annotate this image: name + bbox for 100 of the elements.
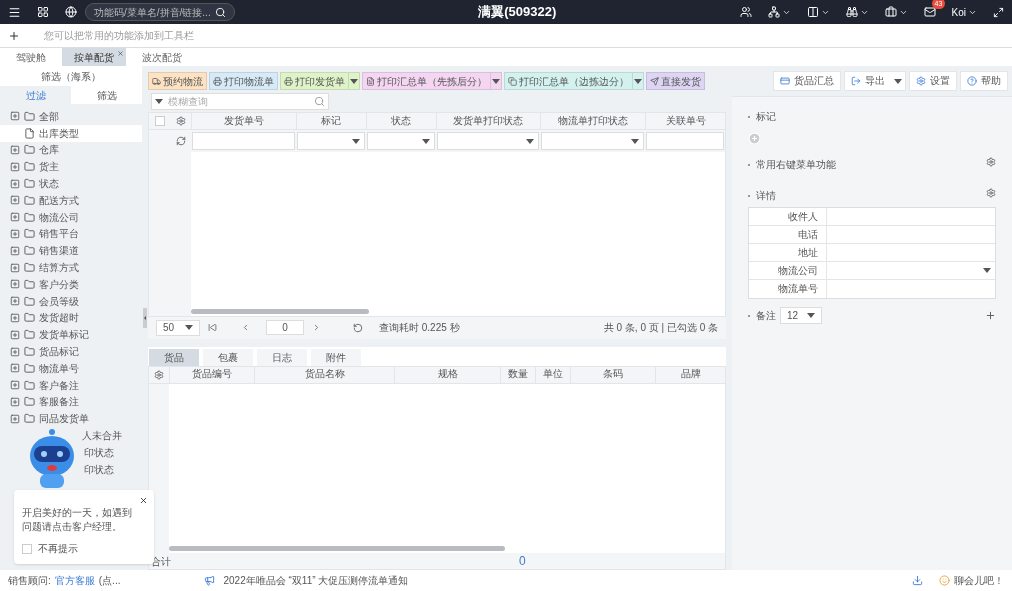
expand-icon[interactable] (10, 312, 20, 323)
detail-tab[interactable]: 日志 (257, 348, 307, 366)
detail-tab[interactable]: 货品 (149, 348, 199, 366)
column-header[interactable]: 数量 (500, 366, 535, 383)
tree-item[interactable]: 结算方式 (0, 259, 142, 276)
filter-field[interactable] (646, 132, 724, 150)
action-button[interactable]: 直接发货 (646, 72, 705, 90)
add-icon[interactable] (8, 29, 20, 42)
checkbox[interactable] (22, 544, 32, 555)
expand-icon[interactable] (10, 329, 20, 340)
menu-icon[interactable] (8, 5, 21, 19)
tree-item[interactable]: 配送方式 (0, 192, 142, 209)
tree-item[interactable]: 销售渠道 (0, 242, 142, 260)
remark-select[interactable]: 12 (780, 307, 822, 324)
filter-field[interactable] (191, 132, 295, 150)
expand-icon[interactable] (10, 413, 20, 424)
column-header[interactable]: 品牌 (655, 366, 725, 383)
sidebar-tab[interactable]: 过滤 (0, 86, 71, 104)
first-page-icon[interactable] (208, 323, 217, 332)
search-input[interactable]: 功能码/菜单名/拼音/链接... (94, 4, 215, 20)
expand-icon[interactable] (10, 296, 20, 307)
tree-item[interactable]: 客户分类 (0, 275, 142, 293)
tree-item[interactable]: 发货超时 (0, 309, 142, 327)
globe-icon[interactable] (65, 6, 77, 18)
checkbox[interactable] (155, 116, 165, 126)
briefcase-icon[interactable] (884, 6, 897, 18)
action-button[interactable]: 打印物流单 (209, 72, 278, 90)
add-icon[interactable] (985, 310, 996, 321)
column-header[interactable]: 条码 (570, 366, 655, 383)
tree-item[interactable]: 物流单号 (0, 359, 142, 377)
advisor-link[interactable]: 官方客服 (54, 573, 95, 588)
tree-item[interactable]: 货主 (0, 158, 142, 176)
action-button[interactable]: 打印汇总单（边拣边分） (504, 72, 633, 90)
previous-page-icon[interactable] (241, 323, 250, 332)
columns-icon[interactable] (806, 6, 819, 18)
column-header[interactable]: 发货单号 (190, 113, 296, 129)
tool-button[interactable]: 设置 (910, 72, 956, 90)
dropdown-button[interactable] (491, 72, 502, 90)
expand-icon[interactable] (10, 262, 20, 273)
tree-item[interactable]: 仓库 (0, 141, 142, 159)
expand-icon[interactable] (10, 178, 20, 189)
expand-icon[interactable] (10, 111, 20, 122)
tree-item[interactable]: 销售平台 (0, 225, 142, 243)
expand-icon[interactable] (10, 363, 20, 374)
tree-item[interactable]: 同品发货单 (0, 410, 142, 428)
scrollbar[interactable] (169, 546, 505, 551)
tool-button[interactable]: 货品汇总 (774, 72, 840, 90)
expand-icon[interactable] (10, 396, 20, 407)
settings-icon[interactable] (175, 116, 186, 126)
action-button[interactable]: 预约物流 (148, 72, 207, 90)
expand-icon[interactable] (10, 279, 20, 290)
column-header[interactable]: 关联单号 (645, 113, 725, 129)
tree-item[interactable]: 会员等级 (0, 292, 142, 310)
tree-item[interactable]: 客户备注 (0, 376, 142, 394)
users-icon[interactable] (739, 6, 752, 18)
detail-tab[interactable]: 附件 (311, 348, 361, 366)
reload-icon[interactable] (353, 322, 363, 333)
expand-icon[interactable] (10, 346, 20, 357)
column-header[interactable]: 状态 (365, 113, 436, 129)
action-button[interactable]: 打印汇总单（先拣后分） (362, 72, 491, 90)
query-field[interactable]: 模糊查询 (151, 93, 329, 110)
chat-icon[interactable] (939, 575, 950, 586)
network-icon[interactable] (767, 6, 780, 18)
chat-link[interactable]: 聊会儿吧！ (954, 573, 1004, 588)
mail-icon[interactable] (923, 6, 936, 18)
page-size-select[interactable]: 50 (156, 319, 200, 336)
settings-icon[interactable] (154, 369, 164, 380)
tree-item[interactable]: 状态 (0, 175, 142, 192)
settings-icon[interactable] (986, 188, 996, 198)
scrollbar[interactable] (191, 308, 369, 314)
close-icon[interactable] (139, 496, 148, 505)
tree-item[interactable]: 出库类型 (0, 124, 142, 142)
collapse-handle-icon[interactable] (143, 308, 147, 328)
expand-icon[interactable] (10, 145, 20, 155)
column-header[interactable]: 标记 (295, 113, 366, 129)
tree-item[interactable]: 印状态 (84, 461, 114, 477)
expand-icon[interactable] (10, 228, 20, 239)
tool-button[interactable]: 帮助 (961, 72, 1007, 90)
notice-text[interactable]: 2022年唯品会 “双11” 大促压测停流单通知 (223, 573, 409, 588)
tree-item[interactable]: 全部 (0, 108, 142, 125)
download-icon[interactable] (912, 575, 923, 586)
tree-item[interactable]: 发货单标记 (0, 326, 142, 344)
add-tag-icon[interactable] (748, 132, 761, 145)
binoculars-icon[interactable] (845, 6, 858, 18)
column-header[interactable]: 物流单打印状态 (540, 113, 646, 129)
grid-icon[interactable] (37, 6, 49, 18)
tool-button[interactable]: 导出 (845, 72, 891, 90)
column-header[interactable]: 货品名称 (254, 366, 394, 383)
column-header[interactable]: 规格 (394, 366, 500, 383)
dropdown-button[interactable] (349, 72, 360, 90)
action-button[interactable]: 打印发货单 (280, 72, 349, 90)
expand-icon[interactable] (10, 212, 20, 223)
detail-tab[interactable]: 包裹 (203, 348, 253, 366)
column-header[interactable]: 发货单打印状态 (435, 113, 541, 129)
tree-item[interactable]: 物流公司 (0, 208, 142, 226)
expand-icon[interactable] (10, 380, 20, 391)
column-header[interactable]: 单位 (535, 366, 570, 383)
column-header[interactable]: 货品编号 (169, 366, 254, 383)
settings-icon[interactable] (986, 157, 996, 167)
tree-item[interactable]: 印状态 (84, 444, 114, 460)
